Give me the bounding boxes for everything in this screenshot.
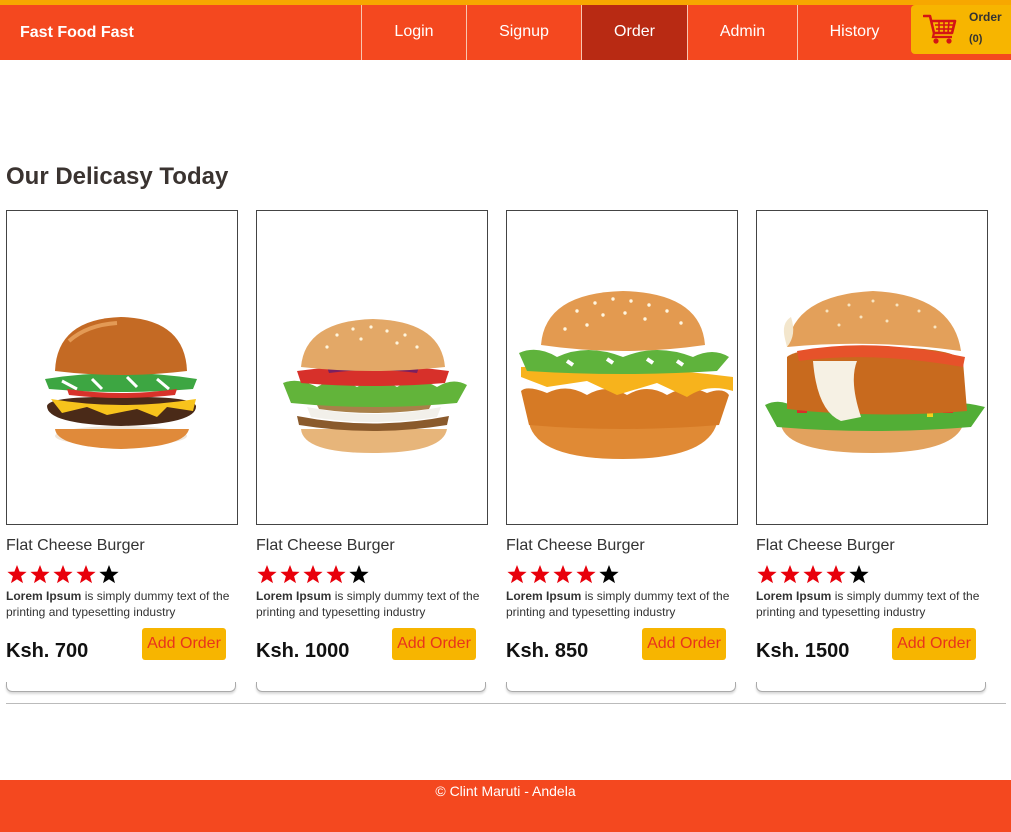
navbar: Fast Food Fast Login Signup Order Admin … [0, 5, 1011, 60]
product-description: Lorem Ipsum is simply dummy text of the … [506, 589, 730, 619]
content-divider [6, 703, 1006, 704]
rating-stars [256, 564, 371, 584]
star-filled-icon [507, 565, 527, 584]
cart-icon [923, 14, 957, 44]
star-empty-icon [599, 565, 619, 584]
nav-item-history[interactable]: History [797, 5, 911, 60]
star-filled-icon [76, 565, 96, 584]
star-filled-icon [757, 565, 777, 584]
star-filled-icon [826, 565, 846, 584]
nav-item-login[interactable]: Login [361, 5, 466, 60]
star-filled-icon [803, 565, 823, 584]
star-filled-icon [257, 565, 277, 584]
product-image[interactable] [506, 210, 738, 525]
star-empty-icon [99, 565, 119, 584]
star-filled-icon [7, 565, 27, 584]
product-name[interactable]: Flat Cheese Burger [256, 537, 395, 555]
card-bottom-edge [256, 682, 486, 692]
product-image[interactable] [6, 210, 238, 525]
star-filled-icon [530, 565, 550, 584]
cart-label: Order [969, 10, 1002, 24]
star-filled-icon [53, 565, 73, 584]
star-empty-icon [349, 565, 369, 584]
product-price: Ksh. 1500 [756, 640, 850, 662]
product-description: Lorem Ipsum is simply dummy text of the … [6, 589, 230, 619]
footer-copyright: © Clint Maruti - Andela [435, 783, 576, 799]
star-filled-icon [553, 565, 573, 584]
rating-stars [6, 564, 121, 584]
nav-item-signup[interactable]: Signup [466, 5, 581, 60]
star-filled-icon [280, 565, 300, 584]
star-filled-icon [326, 565, 346, 584]
footer: © Clint Maruti - Andela [0, 780, 1011, 832]
star-empty-icon [849, 565, 869, 584]
add-order-button[interactable]: Add Order [142, 628, 226, 660]
rating-stars [506, 564, 621, 584]
star-filled-icon [780, 565, 800, 584]
add-order-button[interactable]: Add Order [392, 628, 476, 660]
nav-item-order[interactable]: Order [581, 5, 687, 60]
card-bottom-edge [756, 682, 986, 692]
page-title: Our Delicasy Today [6, 163, 229, 190]
nav-item-admin[interactable]: Admin [687, 5, 797, 60]
card-bottom-edge [6, 682, 236, 692]
product-description: Lorem Ipsum is simply dummy text of the … [756, 589, 980, 619]
product-description: Lorem Ipsum is simply dummy text of the … [256, 589, 480, 619]
product-name[interactable]: Flat Cheese Burger [756, 537, 895, 555]
brand-logo-text[interactable]: Fast Food Fast [20, 5, 134, 60]
star-filled-icon [576, 565, 596, 584]
product-price: Ksh. 700 [6, 640, 89, 662]
product-image[interactable] [256, 210, 488, 525]
cart-count-badge: (0) [969, 33, 983, 45]
cart-button[interactable]: Order (0) [911, 5, 1011, 54]
card-bottom-edge [506, 682, 736, 692]
product-name[interactable]: Flat Cheese Burger [6, 537, 145, 555]
product-price: Ksh. 850 [506, 640, 589, 662]
product-name[interactable]: Flat Cheese Burger [506, 537, 645, 555]
star-filled-icon [30, 565, 50, 584]
product-price: Ksh. 1000 [256, 640, 350, 662]
add-order-button[interactable]: Add Order [892, 628, 976, 660]
add-order-button[interactable]: Add Order [642, 628, 726, 660]
product-image[interactable] [756, 210, 988, 525]
rating-stars [756, 564, 871, 584]
star-filled-icon [303, 565, 323, 584]
